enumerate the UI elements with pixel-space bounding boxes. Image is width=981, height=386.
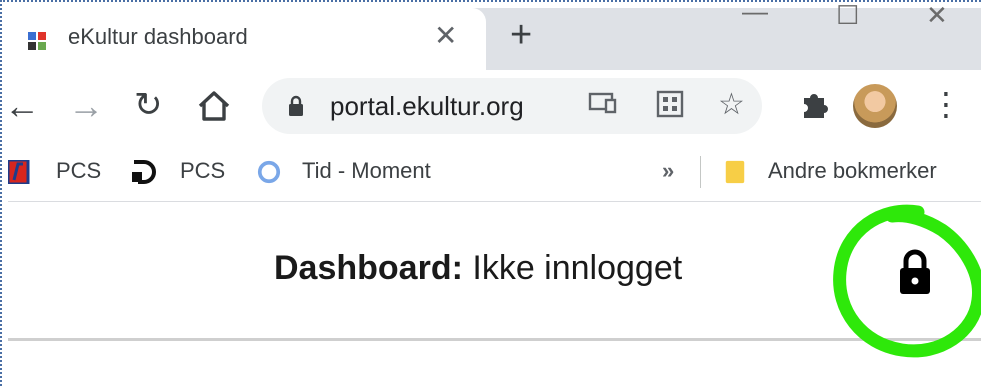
- tab-ekultur-dashboard[interactable]: eKultur dashboard ✕: [8, 8, 486, 70]
- page-title-label: Dashboard:: [274, 249, 463, 287]
- puzzle-icon[interactable]: [798, 88, 832, 128]
- bookmark-pcs-2[interactable]: PCS: [180, 158, 225, 184]
- bookmarks-overflow-chevron[interactable]: »: [662, 158, 674, 184]
- bookmark-pcs-1[interactable]: PCS: [56, 158, 101, 184]
- cast-device-icon[interactable]: [588, 90, 618, 121]
- close-window-icon[interactable]: ✕: [926, 2, 948, 28]
- star-bookmark-icon[interactable]: ☆: [718, 90, 745, 120]
- bookmark-tid-moment[interactable]: Tid - Moment: [302, 158, 431, 184]
- page-title: Dashboard: Ikke innlogget: [274, 249, 682, 288]
- tab-title: eKultur dashboard: [68, 24, 248, 49]
- home-icon[interactable]: [196, 88, 232, 130]
- profile-avatar[interactable]: [853, 84, 897, 128]
- qr-code-icon[interactable]: [656, 90, 684, 123]
- address-bar[interactable]: portal.ekultur.org ☆: [262, 78, 762, 134]
- url-text[interactable]: portal.ekultur.org: [330, 91, 524, 122]
- moment-ring-icon: [257, 160, 281, 184]
- pcs-d-logo-icon: [132, 160, 156, 184]
- other-bookmarks[interactable]: Andre bokmerker: [768, 158, 937, 184]
- browser-toolbar: ← → ↻ portal.ekultur.org ☆ ⋮: [4, 70, 981, 144]
- pcs-red-icon: [8, 160, 30, 184]
- bookmarks-bar: PCS PCS Tid - Moment » Andre bokmerker: [8, 144, 981, 202]
- tab-strip: eKultur dashboard ✕ + — ☐ ✕: [8, 0, 981, 70]
- login-status: Ikke innlogget: [472, 249, 683, 287]
- forward-arrow-icon[interactable]: →: [68, 88, 104, 124]
- minimize-icon[interactable]: —: [742, 0, 768, 24]
- reload-icon[interactable]: ↻: [134, 88, 163, 122]
- folder-icon: [725, 160, 745, 184]
- bookmarks-divider: [700, 156, 701, 188]
- kebab-menu-icon[interactable]: ⋮: [930, 88, 962, 120]
- secure-lock-icon[interactable]: [288, 95, 304, 117]
- close-icon[interactable]: ✕: [434, 22, 457, 50]
- maximize-icon[interactable]: ☐: [836, 2, 859, 28]
- ekultur-favicon: [28, 32, 46, 50]
- plus-icon[interactable]: +: [510, 16, 532, 54]
- annotation-circle: [833, 204, 981, 358]
- back-arrow-icon[interactable]: ←: [4, 88, 40, 124]
